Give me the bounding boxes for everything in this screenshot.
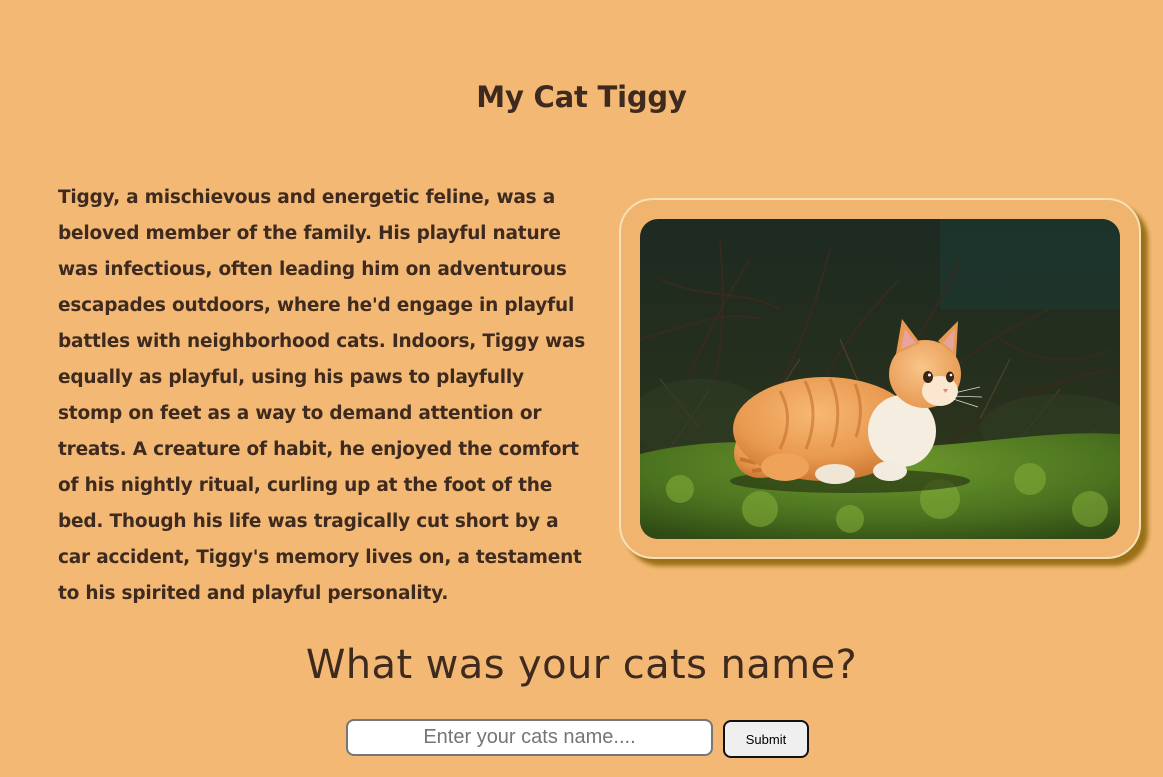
photo-frame bbox=[619, 198, 1141, 559]
story-paragraph: Tiggy, a mischievous and energetic felin… bbox=[58, 187, 586, 604]
cat-photo bbox=[640, 219, 1120, 539]
cat-name-question: What was your cats name? bbox=[305, 642, 858, 688]
submit-button[interactable]: Submit bbox=[723, 720, 809, 758]
cat-name-input[interactable] bbox=[346, 719, 713, 756]
page-title: My Cat Tiggy bbox=[476, 80, 687, 114]
